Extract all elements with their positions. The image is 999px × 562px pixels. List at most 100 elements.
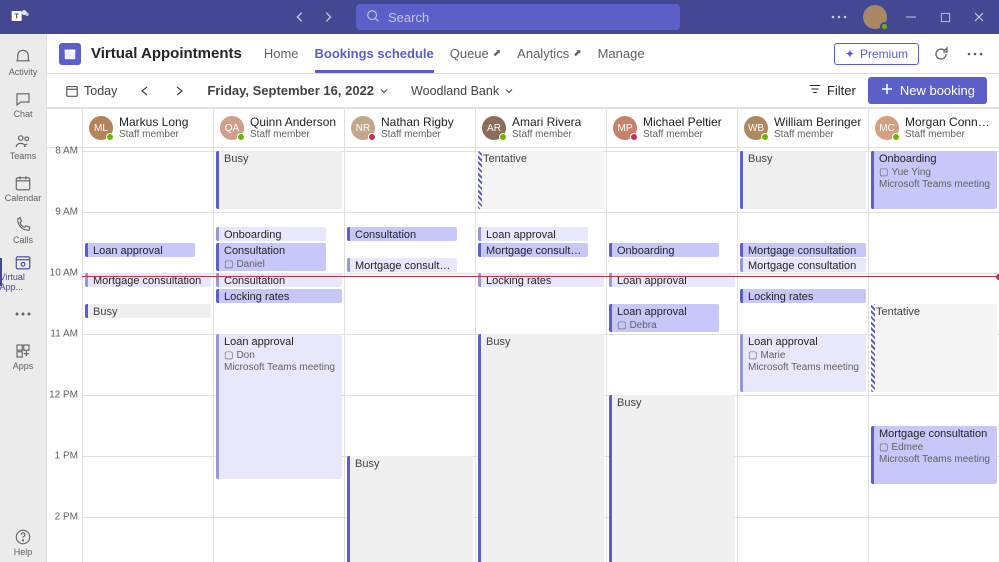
- calendar-event[interactable]: Busy: [609, 395, 735, 562]
- location-dropdown[interactable]: Woodland Bank: [405, 80, 520, 102]
- event-location: Microsoft Teams meeting: [879, 454, 992, 467]
- more-icon[interactable]: [829, 7, 849, 27]
- staff-slots[interactable]: Onboarding▢Yue YingMicrosoft Teams meeti…: [869, 148, 999, 562]
- calendar-event[interactable]: Mortgage consultation: [347, 258, 457, 272]
- rail-apps[interactable]: Apps: [0, 336, 47, 376]
- maximize-button[interactable]: [935, 7, 955, 27]
- event-title: Loan approval: [486, 229, 583, 241]
- minimize-button[interactable]: [901, 7, 921, 27]
- staff-name: Michael Peltier: [643, 116, 722, 129]
- staff-column: QAQuinn AndersonStaff member Busy Onboardi…: [213, 109, 344, 562]
- new-booking-button[interactable]: New booking: [868, 77, 987, 104]
- calendar-event[interactable]: Locking rates: [216, 289, 342, 303]
- tab-label: Home: [264, 46, 299, 61]
- prev-day-button[interactable]: [133, 81, 157, 101]
- calendar-event[interactable]: Loan approval▢MarieMicrosoft Teams meeti…: [740, 334, 866, 392]
- staff-header[interactable]: MLMarkus LongStaff member: [83, 109, 213, 148]
- event-title: Mortgage consultation: [486, 245, 583, 257]
- close-button[interactable]: [969, 7, 989, 27]
- event-title: Busy: [355, 458, 468, 472]
- user-avatar[interactable]: [863, 5, 887, 29]
- staff-slots[interactable]: Busy Onboarding Consultation▢DanielConsult…: [214, 148, 344, 562]
- rail-more[interactable]: [0, 294, 47, 334]
- rail-activity[interactable]: Activity: [0, 42, 47, 82]
- person-icon: ▢: [879, 167, 888, 180]
- date-picker-button[interactable]: Today: [59, 80, 123, 102]
- premium-label: Premium: [860, 47, 908, 61]
- staff-slots[interactable]: Consultation Mortgage consultation Busy: [345, 148, 475, 562]
- time-label: 10 AM: [50, 268, 78, 279]
- left-rail: Activity Chat Teams Calendar Calls Virtu…: [0, 34, 47, 562]
- event-title: Consultation: [224, 245, 321, 259]
- rail-virtual-appointments[interactable]: Virtual App...: [0, 252, 47, 292]
- now-line: [82, 276, 999, 277]
- search-input[interactable]: [388, 10, 670, 25]
- staff-header[interactable]: QAQuinn AndersonStaff member: [214, 109, 344, 148]
- tab-queue[interactable]: Queue⬈: [450, 34, 501, 73]
- event-attendee: ▢Yue Ying: [879, 167, 992, 180]
- filter-button[interactable]: Filter: [808, 82, 856, 99]
- staff-slots[interactable]: Tentative Loan approval Mortgage consultat…: [476, 148, 606, 562]
- staff-avatar: WB: [744, 116, 768, 140]
- rail-label: Help: [14, 547, 33, 557]
- calendar-event[interactable]: Loan approval▢Debra: [609, 304, 719, 332]
- staff-role: Staff member: [905, 129, 993, 140]
- refresh-button[interactable]: [929, 42, 953, 66]
- calendar-event[interactable]: Busy: [85, 304, 211, 318]
- staff-slots[interactable]: Busy Mortgage consultation Mortgage consul…: [738, 148, 868, 562]
- tab-analytics[interactable]: Analytics⬈: [517, 34, 581, 73]
- calendar-event[interactable]: Locking rates: [740, 289, 866, 303]
- calendar-event[interactable]: Busy: [740, 151, 866, 209]
- staff-header[interactable]: WBWilliam BeringerStaff member: [738, 109, 868, 148]
- next-day-button[interactable]: [167, 81, 191, 101]
- calendar-event[interactable]: Tentative: [871, 304, 997, 392]
- staff-header[interactable]: NRNathan RigbyStaff member: [345, 109, 475, 148]
- event-title: Mortgage consultation: [748, 260, 861, 272]
- date-dropdown[interactable]: Friday, September 16, 2022: [201, 79, 395, 102]
- calendar-event[interactable]: Mortgage consultation: [478, 243, 588, 257]
- staff-column: ARAmari RiveraStaff memberTentative Loan …: [475, 109, 606, 562]
- calendar-event[interactable]: Loan approval: [85, 243, 195, 257]
- tab-bookings-schedule[interactable]: Bookings schedule: [315, 34, 434, 73]
- rail-chat[interactable]: Chat: [0, 84, 47, 124]
- calendar-event[interactable]: Onboarding: [216, 227, 326, 241]
- calendar-event[interactable]: Consultation: [347, 227, 457, 241]
- calendar-grid: 8 AM9 AM10 AM11 AM12 PM1 PM2 PM MLMarkus…: [47, 108, 999, 562]
- staff-header[interactable]: ARAmari RiveraStaff member: [476, 109, 606, 148]
- staff-header[interactable]: MPMichael PeltierStaff member: [607, 109, 737, 148]
- header-more-button[interactable]: [963, 42, 987, 66]
- rail-calls[interactable]: Calls: [0, 210, 47, 250]
- calendar-event[interactable]: Busy: [478, 334, 604, 562]
- tab-home[interactable]: Home: [264, 34, 299, 73]
- rail-help[interactable]: Help: [0, 522, 47, 562]
- time-label: 11 AM: [50, 329, 78, 340]
- calendar-event[interactable]: Loan approval▢DonMicrosoft Teams meeting: [216, 334, 342, 479]
- event-title: Locking rates: [748, 291, 861, 303]
- staff-slots[interactable]: OnboardingLoan approvalLoan approval▢Deb…: [607, 148, 737, 562]
- search-box[interactable]: [356, 4, 680, 30]
- calendar-event[interactable]: Mortgage consultation: [740, 243, 866, 257]
- staff-header[interactable]: MCMorgan ConnorsStaff member: [869, 109, 999, 148]
- event-location: Microsoft Teams meeting: [224, 362, 337, 375]
- calendar-event[interactable]: Loan approval: [478, 227, 588, 241]
- calendar-event[interactable]: Onboarding▢Yue YingMicrosoft Teams meeti…: [871, 151, 997, 209]
- staff-slots[interactable]: Loan approvalMortgage consultationBusy: [83, 148, 213, 562]
- tab-manage[interactable]: Manage: [598, 34, 645, 73]
- event-title: Locking rates: [224, 291, 337, 303]
- calendar-event[interactable]: Consultation▢Daniel: [216, 243, 326, 271]
- event-title: Mortgage consultation: [879, 428, 992, 442]
- forward-button[interactable]: [316, 5, 340, 29]
- calendar-event[interactable]: Tentative: [478, 151, 604, 209]
- rail-teams[interactable]: Teams: [0, 126, 47, 166]
- calendar-event[interactable]: Busy: [216, 151, 342, 209]
- staff-avatar: NR: [351, 116, 375, 140]
- premium-button[interactable]: ✦ Premium: [834, 43, 919, 65]
- calendar-event[interactable]: Busy: [347, 456, 473, 562]
- rail-calendar[interactable]: Calendar: [0, 168, 47, 208]
- back-button[interactable]: [288, 5, 312, 29]
- calendar-event[interactable]: Mortgage consultation▢EdmeeMicrosoft Tea…: [871, 426, 997, 484]
- calendar-event[interactable]: Mortgage consultation: [740, 258, 866, 272]
- event-title: Busy: [224, 153, 337, 167]
- calendar-event[interactable]: Onboarding: [609, 243, 719, 257]
- staff-name: Nathan Rigby: [381, 116, 454, 129]
